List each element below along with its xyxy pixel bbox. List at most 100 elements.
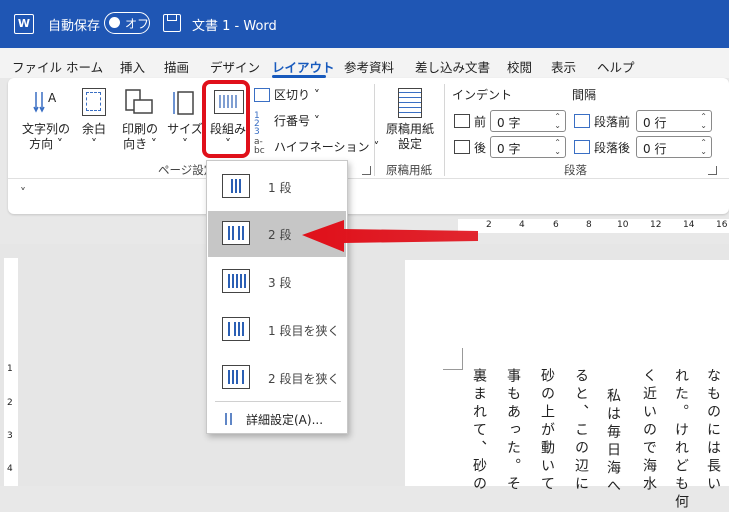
ruler-tick-label: 2 bbox=[486, 220, 492, 230]
text-line: なものには長い bbox=[705, 368, 721, 494]
columns-option-label: 3 段 bbox=[268, 276, 292, 290]
tab-review[interactable]: 校閲 bbox=[507, 57, 532, 76]
one-column-icon bbox=[222, 174, 250, 198]
word-logo-icon: W bbox=[14, 14, 34, 34]
indent-after-label: 後 bbox=[474, 141, 487, 155]
ruler-tick-label: 12 bbox=[650, 220, 662, 230]
group-separator bbox=[444, 84, 445, 176]
space-after-field[interactable]: 0 行 ⌃ ⌄ bbox=[636, 136, 712, 158]
autosave-toggle-label: オフ bbox=[125, 17, 150, 31]
columns-option-label: 1 段 bbox=[268, 181, 292, 195]
left-narrow-columns-icon bbox=[222, 317, 250, 341]
ribbon-tabs: ファイル ホーム 挿入 描画 デザイン レイアウト 参考資料 差し込み文書 校閲… bbox=[0, 48, 729, 78]
indent-after-icon bbox=[454, 140, 470, 154]
manuscript-settings-button[interactable]: 原稿用紙 設定 bbox=[382, 122, 438, 152]
ruler-tick-label: 6 bbox=[553, 220, 559, 230]
columns-option-label: 1 段目を狭く bbox=[268, 324, 340, 338]
save-icon[interactable] bbox=[163, 14, 181, 32]
size-icon bbox=[172, 88, 196, 116]
line-numbers-button[interactable]: 行番号 ˅ bbox=[274, 114, 320, 129]
toggle-knob bbox=[109, 17, 120, 28]
ruler-tick-label: 3 bbox=[7, 431, 13, 441]
columns-option-label: 2 段目を狭く bbox=[268, 372, 340, 386]
ruler-tick-label: 4 bbox=[519, 220, 525, 230]
annotation-arrow-icon bbox=[302, 220, 478, 252]
text-line: 砂の上が動いて bbox=[539, 368, 555, 494]
qat-chevron-icon[interactable]: ˅ bbox=[20, 186, 26, 200]
page-setup-launcher-icon[interactable] bbox=[362, 166, 371, 175]
svg-text:A: A bbox=[48, 91, 57, 105]
columns-option-three[interactable]: 3 段 bbox=[208, 259, 346, 305]
space-after-icon bbox=[574, 140, 590, 154]
tab-file[interactable]: ファイル bbox=[12, 57, 62, 76]
tab-insert[interactable]: 挿入 bbox=[120, 57, 145, 76]
indent-before-value: 0 字 bbox=[497, 116, 521, 130]
text-line: 私は毎日海へ bbox=[605, 388, 621, 496]
hyphenation-icon: a-bc bbox=[254, 137, 265, 156]
document-title: 文書 1 - Word bbox=[192, 19, 277, 34]
columns-option-label: 2 段 bbox=[268, 228, 292, 242]
space-before-value: 0 行 bbox=[643, 116, 667, 130]
tab-layout[interactable]: レイアウト bbox=[272, 57, 335, 76]
ruler-tick-label: 8 bbox=[586, 220, 592, 230]
spinner-arrows-icon[interactable]: ⌃ ⌄ bbox=[700, 112, 707, 130]
hyphenation-button[interactable]: ハイフネーション ˅ bbox=[274, 140, 379, 155]
more-columns-label: 詳細設定(A)... bbox=[246, 413, 324, 427]
breaks-icon bbox=[254, 88, 270, 102]
space-before-icon bbox=[574, 114, 590, 128]
text-direction-button[interactable]: 文字列の 方向 ˅ bbox=[20, 122, 72, 152]
text-line: 裏まれて、砂の bbox=[471, 368, 487, 494]
text-direction-icon: A bbox=[32, 88, 60, 116]
horizontal-ruler: 2 4 6 8 10 12 14 16 bbox=[458, 219, 729, 233]
columns-option-one[interactable]: 1 段 bbox=[208, 164, 346, 210]
ruler-tick-label: 14 bbox=[683, 220, 695, 230]
spinner-arrows-icon[interactable]: ⌃ ⌄ bbox=[554, 112, 561, 130]
indent-before-label: 前 bbox=[474, 115, 487, 129]
ruler-tick-label: 10 bbox=[617, 220, 629, 230]
columns-option-right[interactable]: 2 段目を狭く bbox=[208, 355, 346, 401]
spinner-arrows-icon[interactable]: ⌃ ⌄ bbox=[554, 138, 561, 156]
size-button[interactable]: サイズ ˅ bbox=[166, 122, 204, 152]
orientation-icon bbox=[124, 88, 154, 116]
space-before-label: 段落前 bbox=[594, 115, 631, 129]
ruler-tick-label: 4 bbox=[7, 464, 13, 474]
margins-icon bbox=[82, 88, 106, 116]
indent-before-icon bbox=[454, 114, 470, 128]
document-page[interactable]: なものには長い れた。けれども何 く近いので海水 私は毎日海へ ると、この辺に … bbox=[405, 260, 729, 512]
annotation-highlight-box bbox=[202, 80, 250, 158]
menu-separator bbox=[215, 401, 341, 402]
ribbon-panel: A 文字列の 方向 ˅ 余白 ˅ 印刷の 向き ˅ サイズ ˅ 段組み ˅ 区切… bbox=[8, 78, 729, 214]
right-narrow-columns-icon bbox=[222, 365, 250, 389]
more-columns-option[interactable]: 詳細設定(A)... bbox=[208, 405, 346, 433]
title-bar: W 自動保存 オフ 文書 1 - Word bbox=[0, 0, 729, 48]
tab-view[interactable]: 表示 bbox=[551, 57, 576, 76]
columns-dropdown-menu: 1 段 2 段 3 段 1 段目を狭く 2 段目を狭く 詳細設定(A)... bbox=[206, 160, 348, 434]
space-before-field[interactable]: 0 行 ⌃ ⌄ bbox=[636, 110, 712, 132]
ruler-tick-label: 2 bbox=[7, 398, 13, 408]
text-line: れた。けれども何 bbox=[673, 368, 689, 512]
tab-draw[interactable]: 描画 bbox=[164, 57, 189, 76]
space-after-label: 段落後 bbox=[594, 141, 631, 155]
autosave-toggle[interactable]: オフ bbox=[104, 12, 150, 34]
ruler-tick-label: 1 bbox=[7, 364, 13, 374]
orientation-button[interactable]: 印刷の 向き ˅ bbox=[116, 122, 164, 152]
tab-home[interactable]: ホーム bbox=[66, 57, 103, 76]
spinner-arrows-icon[interactable]: ⌃ ⌄ bbox=[700, 138, 707, 156]
tab-mailings[interactable]: 差し込み文書 bbox=[415, 57, 490, 76]
space-after-value: 0 行 bbox=[643, 142, 667, 156]
breaks-button[interactable]: 区切り ˅ bbox=[274, 88, 320, 103]
indent-before-field[interactable]: 0 字 ⌃ ⌄ bbox=[490, 110, 566, 132]
ribbon-divider bbox=[8, 178, 729, 179]
group-separator bbox=[374, 84, 375, 176]
columns-option-left[interactable]: 1 段目を狭く bbox=[208, 307, 346, 353]
tab-help[interactable]: ヘルプ bbox=[597, 57, 635, 76]
line-numbers-icon: 123 bbox=[254, 111, 260, 137]
two-columns-icon bbox=[222, 221, 250, 245]
tab-references[interactable]: 参考資料 bbox=[344, 57, 394, 76]
margins-button[interactable]: 余白 ˅ bbox=[76, 122, 112, 152]
tab-design[interactable]: デザイン bbox=[210, 57, 260, 76]
indent-after-field[interactable]: 0 字 ⌃ ⌄ bbox=[490, 136, 566, 158]
spacing-header: 間隔 bbox=[572, 88, 597, 102]
indent-header: インデント bbox=[452, 88, 513, 102]
paragraph-launcher-icon[interactable] bbox=[708, 166, 717, 175]
